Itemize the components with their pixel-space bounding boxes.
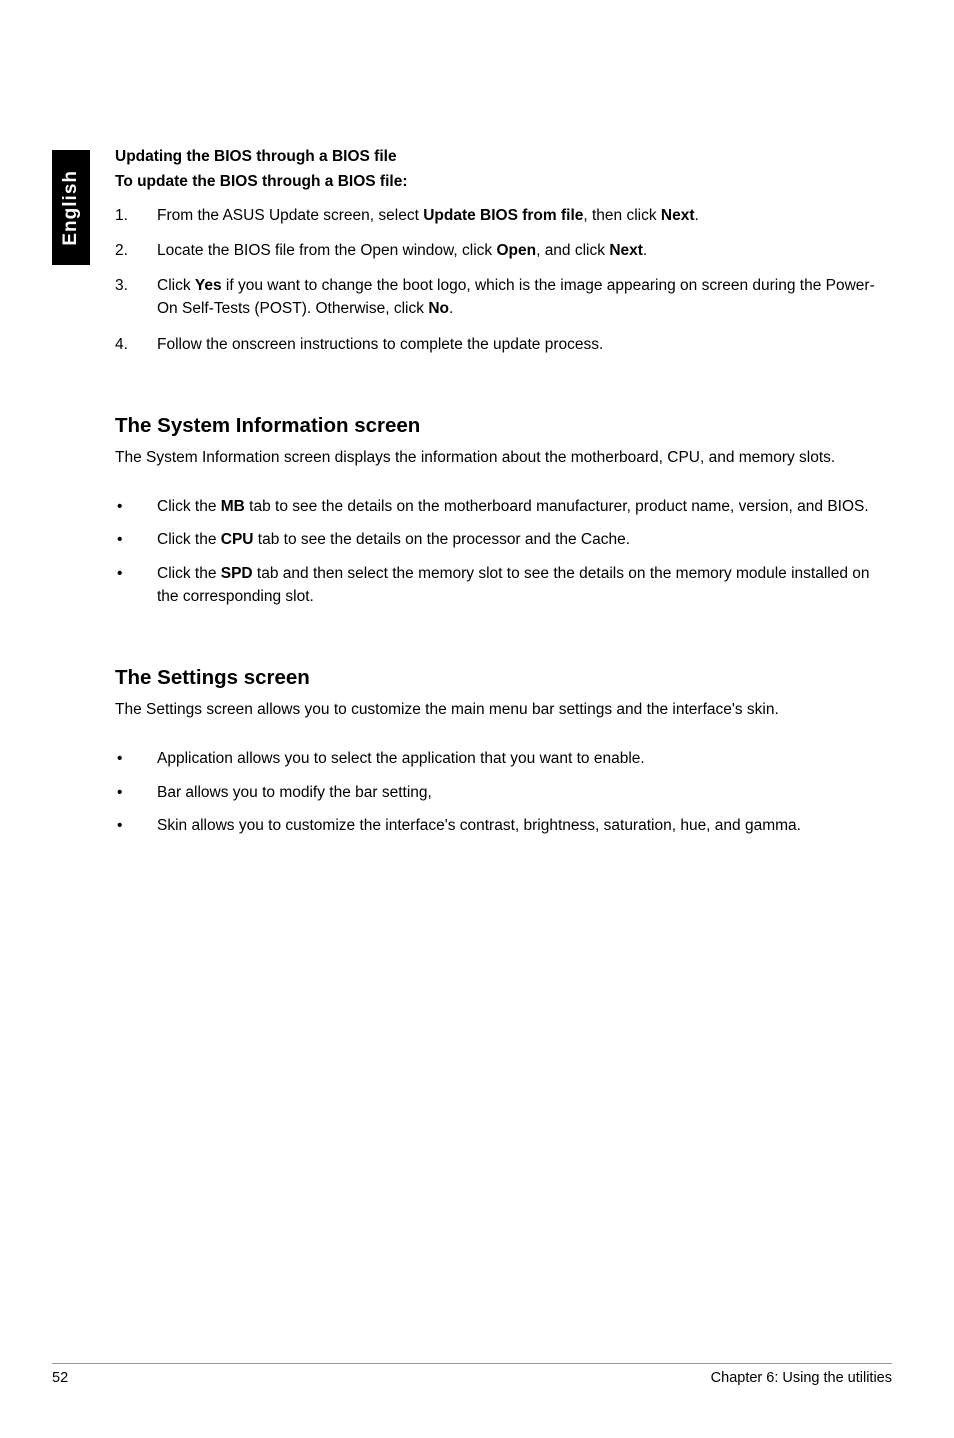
side-tab-label: English bbox=[60, 170, 82, 246]
list-item: • Application allows you to select the a… bbox=[115, 747, 890, 770]
main-content: Updating the BIOS through a BIOS file To… bbox=[115, 145, 890, 847]
side-language-tab: English bbox=[52, 150, 90, 265]
heading-updating-bios: Updating the BIOS through a BIOS file bbox=[115, 145, 890, 168]
text-bold: CPU bbox=[221, 531, 254, 548]
text-bold: MB bbox=[221, 498, 245, 515]
bullet-text: Click the SPD tab and then select the me… bbox=[157, 562, 890, 609]
bullet-text: Click the CPU tab to see the details on … bbox=[157, 528, 890, 551]
text-bold: Open bbox=[496, 242, 536, 259]
bullet-marker: • bbox=[115, 814, 157, 837]
text-fragment: tab to see the details on the motherboar… bbox=[245, 498, 869, 515]
bullet-marker: • bbox=[115, 747, 157, 770]
text-fragment: if you want to change the boot logo, whi… bbox=[157, 277, 875, 317]
text-bold: Next bbox=[661, 207, 695, 224]
text-fragment: tab and then select the memory slot to s… bbox=[157, 565, 870, 605]
page-footer: 52 Chapter 6: Using the utilities bbox=[52, 1363, 892, 1386]
bullet-marker: • bbox=[115, 781, 157, 804]
text-fragment: , and click bbox=[536, 242, 609, 259]
step-3: 3. Click Yes if you want to change the b… bbox=[115, 274, 890, 321]
step-number: 2. bbox=[115, 239, 157, 262]
system-info-intro: The System Information screen displays t… bbox=[115, 446, 890, 469]
heading-to-update: To update the BIOS through a BIOS file: bbox=[115, 170, 890, 193]
text-bold: SPD bbox=[221, 565, 253, 582]
heading-system-info: The System Information screen bbox=[115, 414, 890, 438]
page-number: 52 bbox=[52, 1370, 68, 1386]
system-info-bullets: • Click the MB tab to see the details on… bbox=[115, 495, 890, 608]
settings-intro: The Settings screen allows you to custom… bbox=[115, 698, 890, 721]
text-fragment: Click bbox=[157, 277, 195, 294]
bullet-marker: • bbox=[115, 495, 157, 518]
step-number: 1. bbox=[115, 204, 157, 227]
bullet-text: Click the MB tab to see the details on t… bbox=[157, 495, 890, 518]
step-1: 1. From the ASUS Update screen, select U… bbox=[115, 204, 890, 227]
bullet-marker: • bbox=[115, 562, 157, 609]
text-fragment: . bbox=[449, 300, 453, 317]
text-fragment: Click the bbox=[157, 531, 221, 548]
step-text: Click Yes if you want to change the boot… bbox=[157, 274, 890, 321]
bullet-marker: • bbox=[115, 528, 157, 551]
step-text: Locate the BIOS file from the Open windo… bbox=[157, 239, 890, 262]
heading-settings: The Settings screen bbox=[115, 666, 890, 690]
bullet-text: Skin allows you to customize the interfa… bbox=[157, 814, 890, 837]
step-4: 4. Follow the onscreen instructions to c… bbox=[115, 333, 890, 356]
text-bold: No bbox=[428, 300, 449, 317]
text-fragment: From the ASUS Update screen, select bbox=[157, 207, 423, 224]
text-fragment: . bbox=[695, 207, 699, 224]
text-fragment: Locate the BIOS file from the Open windo… bbox=[157, 242, 496, 259]
chapter-label: Chapter 6: Using the utilities bbox=[711, 1370, 892, 1386]
text-bold: Update BIOS from file bbox=[423, 207, 583, 224]
list-item: • Click the MB tab to see the details on… bbox=[115, 495, 890, 518]
list-item: • Bar allows you to modify the bar setti… bbox=[115, 781, 890, 804]
bullet-text: Bar allows you to modify the bar setting… bbox=[157, 781, 890, 804]
list-item: • Click the CPU tab to see the details o… bbox=[115, 528, 890, 551]
step-text: From the ASUS Update screen, select Upda… bbox=[157, 204, 890, 227]
list-item: • Skin allows you to customize the inter… bbox=[115, 814, 890, 837]
bullet-text: Application allows you to select the app… bbox=[157, 747, 890, 770]
numbered-steps-list: 1. From the ASUS Update screen, select U… bbox=[115, 204, 890, 356]
text-fragment: Click the bbox=[157, 565, 221, 582]
text-bold: Yes bbox=[195, 277, 222, 294]
text-bold: Next bbox=[609, 242, 643, 259]
settings-bullets: • Application allows you to select the a… bbox=[115, 747, 890, 837]
step-2: 2. Locate the BIOS file from the Open wi… bbox=[115, 239, 890, 262]
list-item: • Click the SPD tab and then select the … bbox=[115, 562, 890, 609]
step-number: 4. bbox=[115, 333, 157, 356]
text-fragment: . bbox=[643, 242, 647, 259]
step-text: Follow the onscreen instructions to comp… bbox=[157, 333, 890, 356]
step-number: 3. bbox=[115, 274, 157, 321]
text-fragment: , then click bbox=[583, 207, 661, 224]
text-fragment: tab to see the details on the processor … bbox=[253, 531, 630, 548]
text-fragment: Click the bbox=[157, 498, 221, 515]
